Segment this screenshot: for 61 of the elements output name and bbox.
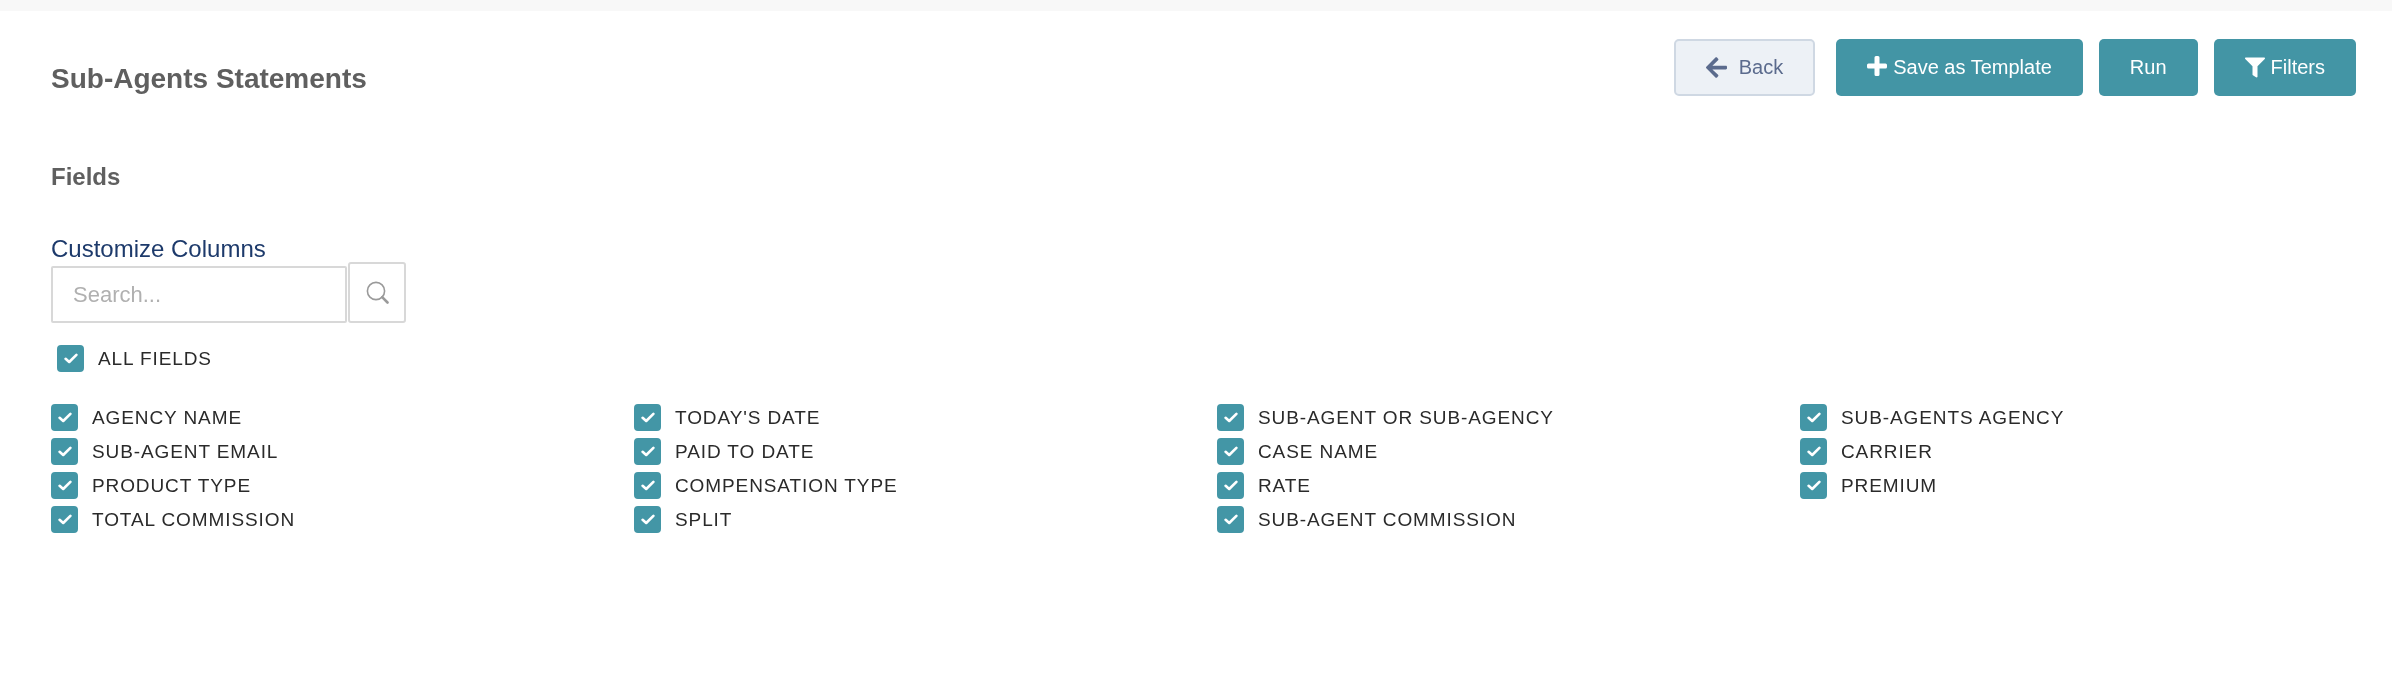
checkbox[interactable] [1800,438,1827,465]
checkbox[interactable] [51,472,78,499]
checkbox-label: COMPENSATION TYPE [675,474,898,497]
checkbox-label: SUB-AGENT COMMISSION [1258,508,1517,531]
checkbox-label: RATE [1258,474,1311,497]
checkbox[interactable] [634,506,661,533]
checkbox[interactable] [1217,438,1244,465]
section-heading: Fields [51,163,122,191]
checkmark-icon [640,446,655,457]
checkbox-label: ALL FIELDS [98,347,212,370]
checkbox[interactable] [1800,404,1827,431]
checkbox-label: CARRIER [1841,440,1933,463]
checkmark-icon [1806,412,1821,423]
checkmark-icon [1806,446,1821,457]
checkbox[interactable] [634,472,661,499]
filters-button[interactable]: Filters [2213,39,2356,96]
plus-icon [1867,55,1888,76]
checkbox-label: SPLIT [675,508,733,531]
back-button[interactable]: Back [1673,39,1816,96]
checkmark-icon [57,446,72,457]
search-field[interactable]: Search... [51,266,347,323]
save-template-button[interactable]: Save as Template [1836,39,2083,96]
checkbox-label: PREMIUM [1841,474,1938,497]
checkbox-label: TODAY'S DATE [675,406,821,429]
checkmark-icon [1223,514,1238,525]
checkmark-icon [1223,446,1238,457]
checkmark-icon [640,480,655,491]
checkbox-label: SUB-AGENTS AGENCY [1841,406,2065,429]
checkmark-icon [640,514,655,525]
checkbox-label: SUB-AGENT OR SUB-AGENCY [1258,406,1554,429]
checkbox-label: CASE NAME [1258,440,1378,463]
checkmark-icon [57,412,72,423]
customize-columns-label: Customize Columns [51,235,267,262]
arrow-left-icon [1705,57,1727,78]
checkbox-label: AGENCY NAME [92,406,242,429]
checkbox[interactable] [1800,472,1827,499]
checkbox-label: TOTAL COMMISSION [92,508,295,531]
checkbox[interactable] [634,438,661,465]
checkmark-icon [640,412,655,423]
checkmark-icon [57,480,72,491]
search-icon [365,281,389,304]
checkbox[interactable] [51,438,78,465]
checkmark-icon [57,514,72,525]
checkmark-icon [1806,480,1821,491]
checkbox-label: SUB-AGENT EMAIL [92,440,279,463]
checkbox[interactable] [634,404,661,431]
checkbox[interactable] [1217,506,1244,533]
page-title: Sub-Agents Statements [51,63,367,95]
search-button[interactable] [348,262,406,323]
checkbox[interactable] [1217,404,1244,431]
checkmark-icon [1223,412,1238,423]
filter-icon [2244,57,2265,78]
checkbox[interactable] [51,506,78,533]
checkbox-label: PRODUCT TYPE [92,474,251,497]
run-button[interactable]: Run [2098,39,2198,96]
checkbox[interactable] [51,404,78,431]
checkmark-icon [63,353,78,364]
checkbox[interactable] [57,345,84,372]
checkbox-label: PAID TO DATE [675,440,815,463]
checkmark-icon [1223,480,1238,491]
checkbox[interactable] [1217,472,1244,499]
